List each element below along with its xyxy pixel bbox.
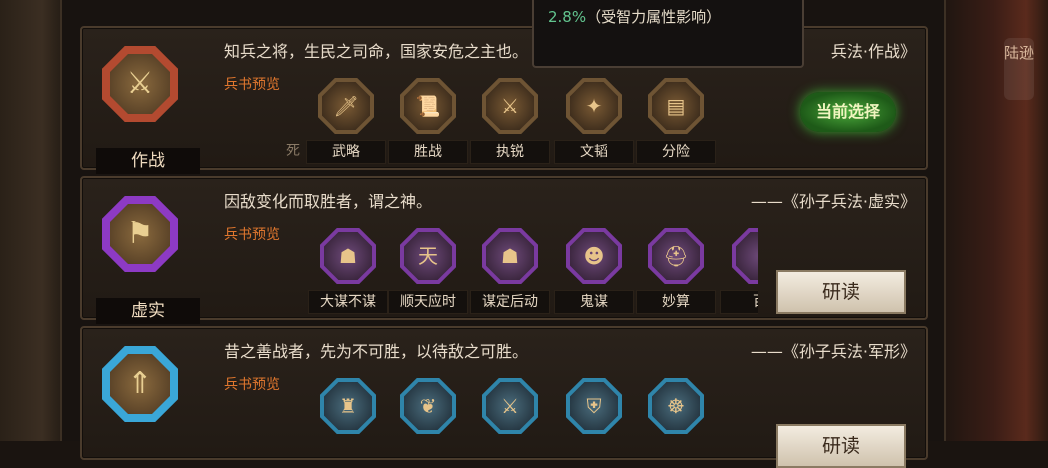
scroll-icon: 📜 xyxy=(404,82,452,130)
blade-icon: ⚔ xyxy=(486,82,534,130)
skill-list: ♜ ❦ ⚔ ⛨ ☸ xyxy=(220,374,758,464)
card-source: ——《孙子兵法·虚实》 xyxy=(750,192,916,211)
mask-icon: ☻ xyxy=(570,232,618,280)
card-title: 作战 xyxy=(96,148,200,174)
scroll-icon: 天 xyxy=(404,232,452,280)
skill-item[interactable]: ☗ 大谋不谋 xyxy=(308,228,388,314)
arrow-shield-icon: ⇑ xyxy=(127,366,153,401)
skill-label: 武略 xyxy=(306,140,386,164)
figure-icon: ☗ xyxy=(486,232,534,280)
skill-item[interactable]: ♜ xyxy=(308,378,388,462)
skill-label: 胜战 xyxy=(388,140,468,164)
skill-item[interactable]: ⚔ 执锐 xyxy=(470,78,550,164)
emblem-zuozhan: ⚔ 作战 xyxy=(96,42,200,174)
skill-item[interactable]: ☗ 谋定后动 xyxy=(470,228,550,314)
skill-item[interactable]: 🗡 武略 xyxy=(306,78,386,164)
skill-item[interactable]: 天 顺天应时 xyxy=(388,228,468,314)
skill-label: 死 xyxy=(286,143,300,159)
skill-item[interactable]: ❦ xyxy=(388,378,468,462)
current-selection-badge: 当前选择 xyxy=(800,92,896,132)
skill-label: 百 xyxy=(720,290,758,314)
military-book-card-xushi: ⚑ 虚实 因敌变化而取胜者，谓之神。 ——《孙子兵法·虚实》 兵书预览 ☗ 大谋… xyxy=(80,176,928,324)
crossed-swords-icon: ⚔ xyxy=(126,66,154,101)
sage-icon: ☸ xyxy=(652,382,700,430)
skill-item[interactable]: ▤ 分险 xyxy=(636,78,716,164)
attribute-tooltip: 2.8%（受智力属性影响） xyxy=(532,0,804,68)
fan-icon: ✦ xyxy=(570,82,618,130)
card-title: 虚实 xyxy=(96,298,200,324)
study-button[interactable]: 研读 xyxy=(776,270,906,314)
emblem-junxing: ⇑ xyxy=(96,342,184,442)
card-quote: 昔之善战者，先为不可胜，以待敌之可胜。 xyxy=(224,342,529,361)
emblem-xushi: ⚑ 虚实 xyxy=(96,192,200,324)
skill-label: 分险 xyxy=(636,140,716,164)
right-background: 陆逊 xyxy=(938,0,1048,441)
study-button[interactable]: 研读 xyxy=(776,424,906,468)
skill-label: 鬼谋 xyxy=(554,290,634,314)
book-icon: ▤ xyxy=(652,82,700,130)
skill-item[interactable]: 百 xyxy=(720,228,758,314)
skill-label: 大谋不谋 xyxy=(308,290,388,314)
skill-item[interactable]: ⛑ 妙算 xyxy=(636,228,716,314)
skill-list: ☗ 大谋不谋 天 顺天应时 ☗ 谋定后动 ☻ 鬼谋 ⛑ 妙算 百 xyxy=(220,224,758,314)
card-source: 兵法·作战》 xyxy=(830,42,916,61)
skill-label: 顺天应时 xyxy=(388,290,468,314)
sword-icon: 🗡 xyxy=(322,82,370,130)
card-quote: 因敌变化而取胜者，谓之神。 xyxy=(224,192,433,211)
skill-label: 妙算 xyxy=(636,290,716,314)
armor-icon: ⛨ xyxy=(570,382,618,430)
flag-icon: ⚑ xyxy=(126,216,154,251)
skill-item[interactable]: 📜 胜战 xyxy=(388,78,468,164)
skill-label: 谋定后动 xyxy=(470,290,550,314)
partial-icon xyxy=(736,232,758,280)
tooltip-value: 2.8% xyxy=(548,8,587,26)
skill-item[interactable]: ⚔ xyxy=(470,378,550,462)
skill-item[interactable]: ✦ 文韬 xyxy=(554,78,634,164)
warrior-icon: ⚔ xyxy=(486,382,534,430)
skill-item[interactable]: ☸ xyxy=(636,378,716,462)
skill-list: 死 🗡 武略 📜 胜战 ⚔ 执锐 ✦ 文韬 ▤ 分险 xyxy=(220,74,758,164)
helmet-icon: ⛑ xyxy=(652,232,700,280)
skill-item[interactable]: ☻ 鬼谋 xyxy=(554,228,634,314)
skill-label: 执锐 xyxy=(470,140,550,164)
military-book-card-junxing: ⇑ 昔之善战者，先为不可胜，以待敌之可胜。 ——《孙子兵法·军形》 兵书预览 ♜… xyxy=(80,326,928,468)
card-quote: 知兵之将，生民之司命，国家安危之主也。 xyxy=(224,42,529,61)
troops-icon: ♜ xyxy=(324,382,372,430)
general-name-tag[interactable]: 陆逊 xyxy=(1004,38,1034,100)
card-source: ——《孙子兵法·军形》 xyxy=(750,342,916,361)
tooltip-note: （受智力属性影响） xyxy=(586,8,722,26)
strategist-icon: ☗ xyxy=(324,232,372,280)
plant-icon: ❦ xyxy=(404,382,452,430)
skill-item[interactable]: 死 xyxy=(222,78,302,162)
skill-label: 文韬 xyxy=(554,140,634,164)
skill-item[interactable]: ⛨ xyxy=(554,378,634,462)
